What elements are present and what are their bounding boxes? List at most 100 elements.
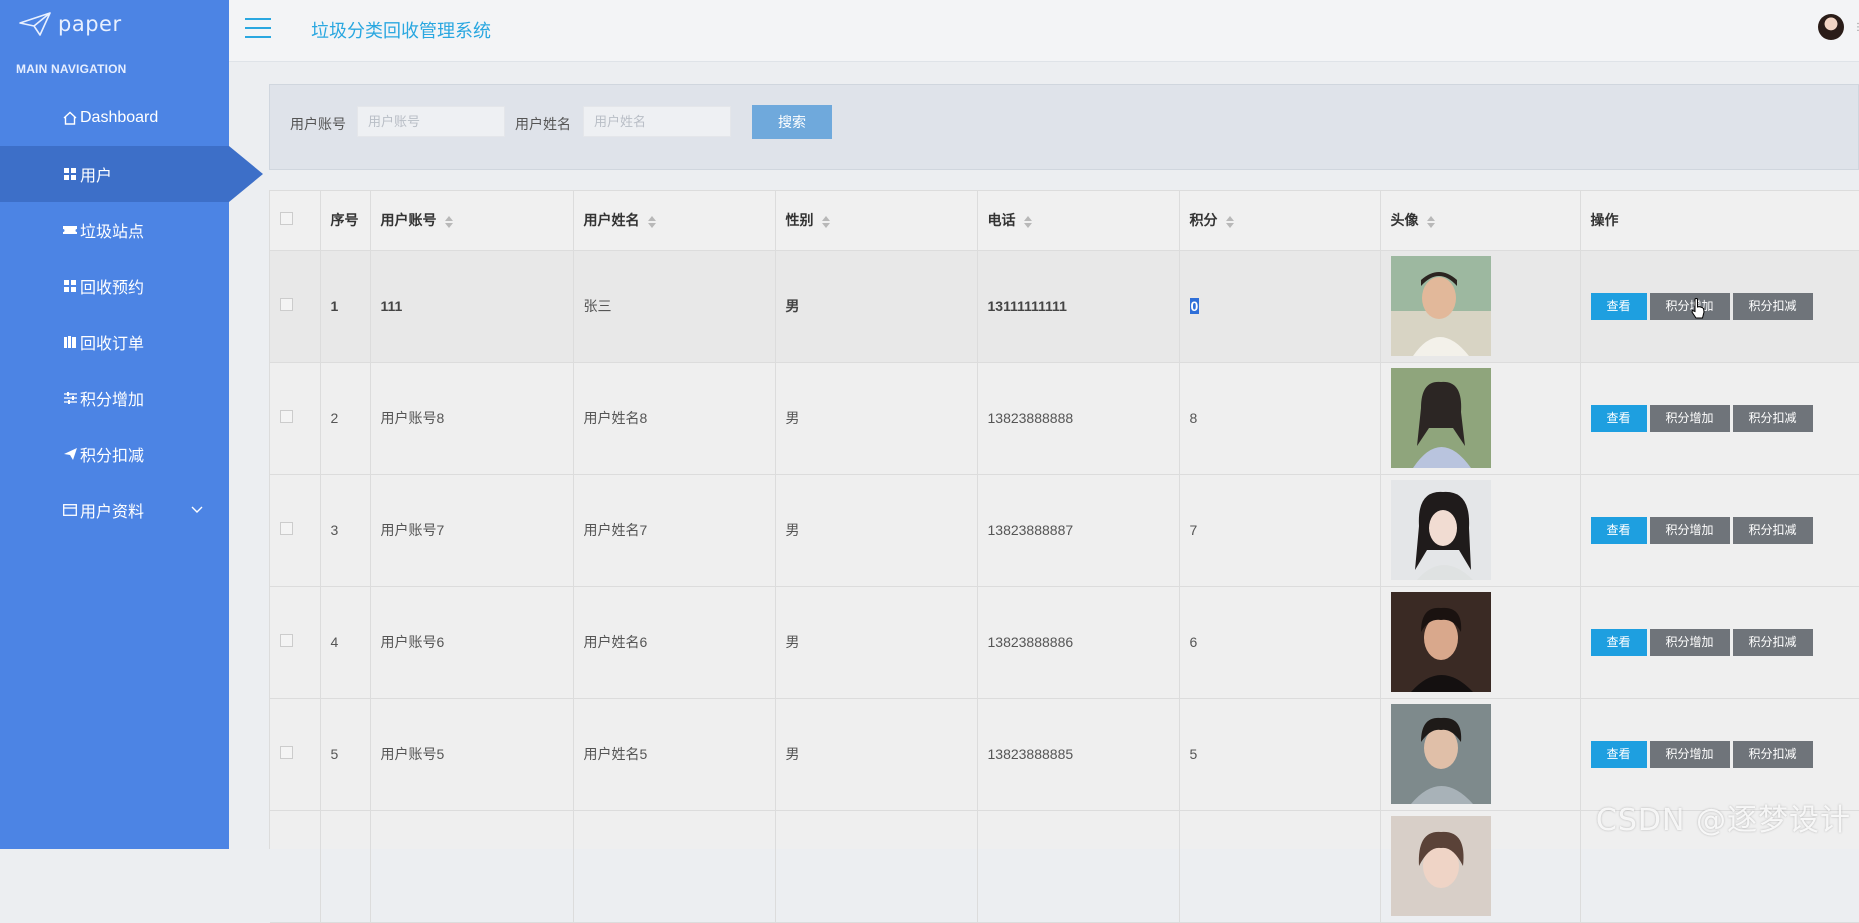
sidebar-item-users[interactable]: 用户 (0, 146, 263, 202)
cell-no: 2 (320, 362, 371, 475)
view-button[interactable]: 查看 (1590, 292, 1647, 320)
sidebar-item-dashboard[interactable]: Dashboard (0, 90, 229, 146)
name-search-input[interactable] (583, 106, 731, 137)
row-checkbox[interactable] (280, 522, 293, 535)
avatar-photo (1390, 816, 1491, 916)
sidebar-item-label: 回收预约 (80, 280, 145, 297)
logo[interactable]: paper (18, 6, 122, 42)
deduct-points-button[interactable]: 积分扣减 (1732, 628, 1813, 656)
table-row[interactable]: 4 用户账号6 用户姓名6 男 13823888886 6 查看 积分增加 积分扣减 (270, 586, 1859, 699)
table-row[interactable]: 1 111 张三 男 13111111111 0 查看 积分增加 积分扣减 (270, 250, 1859, 363)
row-checkbox[interactable] (280, 634, 293, 647)
search-panel: 用户账号 用户姓名 搜索 (269, 84, 1859, 170)
table-row[interactable]: 2 用户账号8 用户姓名8 男 13823888888 8 查看 积分增加 积分扣减 (270, 362, 1859, 475)
system-title: 垃圾分类回收管理系统 (311, 21, 491, 41)
home-icon (62, 111, 78, 125)
sidebar-nav: Dashboard 用户 垃圾站点 回收预约 回收订单 积分增加 积分扣减 用户… (0, 90, 263, 538)
account-search-input[interactable] (357, 106, 505, 137)
view-button[interactable]: 查看 (1590, 740, 1647, 768)
sort-icon[interactable] (1426, 215, 1435, 228)
cell-avatar (1380, 362, 1581, 475)
cell-no: 1 (320, 250, 371, 363)
more-icon[interactable]: ⋮ (1853, 22, 1859, 33)
deduct-points-button[interactable]: 积分扣减 (1732, 292, 1813, 320)
account-label: 用户账号 (290, 116, 346, 132)
cell-actions: 查看 积分增加 积分扣减 (1580, 250, 1859, 363)
cell-gender: 男 (775, 586, 978, 699)
avatar-photo (1390, 592, 1491, 692)
cell-points: 5 (1179, 698, 1381, 811)
sidebar-item-appointments[interactable]: 回收预约 (0, 258, 229, 314)
table-row[interactable]: 3 用户账号7 用户姓名7 男 13823888887 7 查看 积分增加 积分扣减 (270, 474, 1859, 587)
table-row[interactable]: 5 用户账号5 用户姓名5 男 13823888885 5 查看 积分增加 积分扣减 (270, 698, 1859, 811)
user-table-container: 序号 用户账号 用户姓名 性别 电话 积分 头像 操作 1 111 张三 男 1… (269, 190, 1859, 923)
avatar-photo (1390, 704, 1491, 804)
column-header-sortable[interactable]: 性别 (775, 191, 978, 251)
points-value: 0 (1189, 298, 1200, 314)
cell-points: 0 (1179, 250, 1381, 363)
user-avatar[interactable] (1818, 14, 1844, 40)
sort-icon[interactable] (647, 215, 656, 228)
deduct-points-button[interactable]: 积分扣减 (1732, 516, 1813, 544)
column-header-sortable[interactable]: 头像 (1380, 191, 1581, 251)
cell-avatar (1380, 810, 1581, 923)
sidebar-item-user-profile[interactable]: 用户资料 (0, 482, 229, 538)
sidebar: paper MAIN NAVIGATION Dashboard 用户 垃圾站点 … (0, 0, 263, 849)
cell-actions: 查看 积分增加 积分扣减 (1580, 698, 1859, 811)
sidebar-item-points-deduct[interactable]: 积分扣减 (0, 426, 229, 482)
cell-points: 7 (1179, 474, 1381, 587)
deduct-points-button[interactable]: 积分扣减 (1732, 404, 1813, 432)
cell-phone: 13823888885 (977, 698, 1180, 811)
book-icon (62, 336, 78, 348)
cell-name: 用户姓名7 (573, 474, 776, 587)
sidebar-item-label: 用户资料 (80, 504, 145, 521)
cell-gender: 男 (775, 474, 978, 587)
select-all-checkbox[interactable] (280, 212, 293, 226)
cell-gender: 男 (775, 698, 978, 811)
cell-avatar (1380, 250, 1581, 363)
grid-icon (62, 168, 78, 180)
column-header-sortable[interactable]: 用户账号 (370, 191, 574, 251)
column-header-sortable[interactable]: 积分 (1179, 191, 1381, 251)
column-header-sortable[interactable]: 电话 (977, 191, 1180, 251)
column-header: 序号 (320, 191, 371, 251)
row-checkbox[interactable] (280, 746, 293, 759)
chevron-down-icon[interactable] (191, 503, 203, 517)
deduct-points-button[interactable]: 积分扣减 (1732, 740, 1813, 768)
add-points-button[interactable]: 积分增加 (1649, 516, 1730, 544)
cell-avatar (1380, 698, 1581, 811)
sidebar-item-label: 垃圾站点 (80, 224, 145, 241)
sliders-icon (62, 392, 78, 404)
column-header: 操作 (1580, 191, 1859, 251)
add-points-button[interactable]: 积分增加 (1649, 740, 1730, 768)
card-icon (62, 504, 78, 516)
row-checkbox[interactable] (280, 298, 293, 311)
sort-icon[interactable] (821, 215, 830, 228)
menu-toggle-icon[interactable] (245, 18, 271, 38)
cell-phone: 13823888887 (977, 474, 1180, 587)
view-button[interactable]: 查看 (1590, 404, 1647, 432)
add-points-button[interactable]: 积分增加 (1649, 628, 1730, 656)
search-button[interactable]: 搜索 (752, 105, 832, 139)
row-checkbox[interactable] (280, 410, 293, 423)
avatar-photo (1390, 368, 1491, 468)
sidebar-item-label: Dashboard (80, 109, 159, 126)
add-points-button[interactable]: 积分增加 (1649, 404, 1730, 432)
sidebar-item-points-add[interactable]: 积分增加 (0, 370, 229, 426)
cell-name: 用户姓名5 (573, 698, 776, 811)
view-button[interactable]: 查看 (1590, 628, 1647, 656)
sort-icon[interactable] (444, 215, 453, 228)
sidebar-item-label: 回收订单 (80, 336, 145, 353)
sort-icon[interactable] (1023, 215, 1032, 228)
avatar-photo (1390, 256, 1491, 356)
cell-points: 8 (1179, 362, 1381, 475)
sidebar-item-orders[interactable]: 回收订单 (0, 314, 229, 370)
sort-icon[interactable] (1225, 215, 1234, 228)
sidebar-item-stations[interactable]: 垃圾站点 (0, 202, 229, 258)
cell-phone: 13823888886 (977, 586, 1180, 699)
cell-phone: 13111111111 (977, 250, 1180, 363)
select-all-cell (270, 191, 321, 251)
view-button[interactable]: 查看 (1590, 516, 1647, 544)
column-header-sortable[interactable]: 用户姓名 (573, 191, 776, 251)
nav-heading: MAIN NAVIGATION (16, 62, 127, 76)
